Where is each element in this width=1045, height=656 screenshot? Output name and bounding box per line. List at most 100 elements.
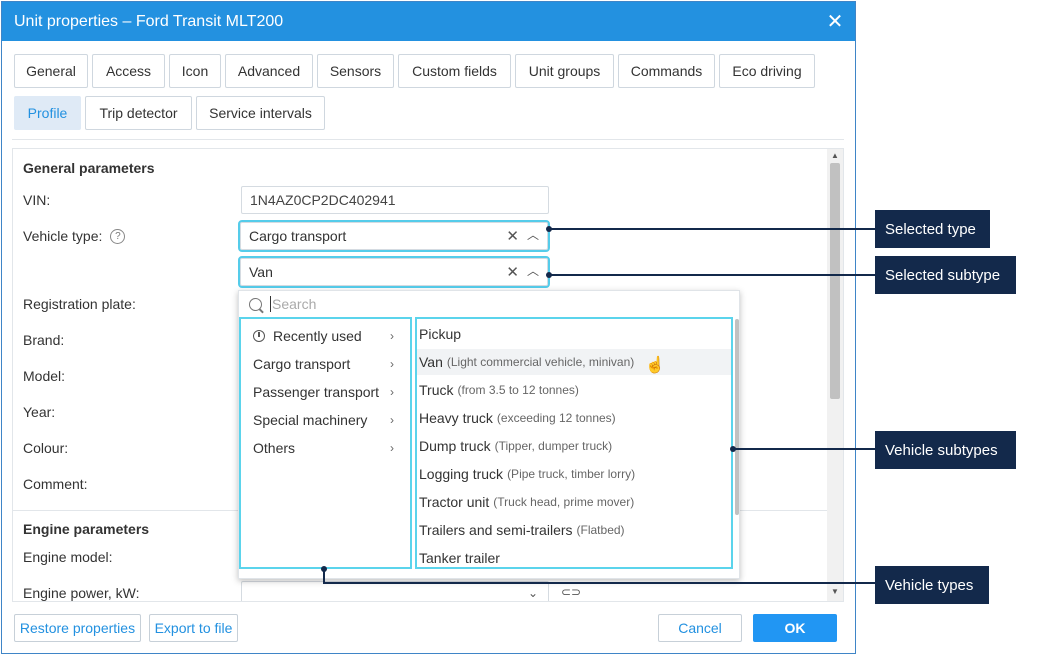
title-bar: Unit properties – Ford Transit MLT200 ✕ xyxy=(2,2,855,41)
subtype-item-trailers[interactable]: Trailers and semi-trailers (Flatbed) xyxy=(417,517,731,543)
tab-profile[interactable]: Profile xyxy=(14,96,81,130)
vin-value: 1N4AZ0CP2DC402941 xyxy=(250,192,396,208)
registration-plate-label: Registration plate: xyxy=(23,296,136,312)
callout-selected-subtype: Selected subtype xyxy=(875,256,1016,294)
search-icon xyxy=(249,297,262,311)
general-parameters-title: General parameters xyxy=(23,160,155,176)
callout-line xyxy=(549,274,875,276)
clear-icon[interactable]: ✕ xyxy=(506,227,519,245)
tab-access[interactable]: Access xyxy=(92,54,165,88)
type-item-others[interactable]: Others › xyxy=(253,438,394,458)
subtype-label: Heavy truck xyxy=(419,410,493,426)
scroll-up-icon[interactable]: ▲ xyxy=(831,151,839,160)
model-label: Model: xyxy=(23,368,66,384)
subtype-item-heavy-truck[interactable]: Heavy truck (exceeding 12 tonnes) xyxy=(417,405,731,431)
callout-line xyxy=(323,569,325,583)
colour-label: Colour: xyxy=(23,440,69,456)
tab-advanced[interactable]: Advanced xyxy=(225,54,313,88)
chevron-up-icon[interactable]: ︿ xyxy=(527,262,539,279)
type-item-label: Others xyxy=(253,440,296,456)
chevron-up-icon[interactable]: ︿ xyxy=(527,226,539,243)
dropdown-search[interactable]: Search xyxy=(249,296,316,312)
type-item-label: Special machinery xyxy=(253,412,368,428)
callout-line xyxy=(549,228,875,230)
subtype-note: (Flatbed) xyxy=(576,523,625,537)
callout-vehicle-subtypes: Vehicle subtypes xyxy=(875,431,1016,469)
year-label: Year: xyxy=(23,404,56,420)
tab-general[interactable]: General xyxy=(14,54,88,88)
tab-icon[interactable]: Icon xyxy=(169,54,221,88)
callout-selected-type: Selected type xyxy=(875,210,990,248)
brand-label: Brand: xyxy=(23,332,65,348)
vehicle-type-select[interactable]: Cargo transport ✕ ︿ xyxy=(238,220,550,252)
subtype-label: Tanker trailer xyxy=(419,550,500,566)
tab-unit-groups[interactable]: Unit groups xyxy=(515,54,614,88)
tab-custom-fields[interactable]: Custom fields xyxy=(398,54,511,88)
scrollbar-thumb[interactable] xyxy=(830,163,840,399)
tab-eco-driving[interactable]: Eco driving xyxy=(719,54,815,88)
tab-commands[interactable]: Commands xyxy=(618,54,715,88)
chevron-right-icon: › xyxy=(390,357,394,371)
tab-sensors[interactable]: Sensors xyxy=(317,54,394,88)
type-item-label: Recently used xyxy=(273,328,362,344)
export-to-file-button[interactable]: Export to file xyxy=(149,614,238,642)
window-title: Unit properties – Ford Transit MLT200 xyxy=(14,12,284,30)
subtype-item-dump-truck[interactable]: Dump truck (Tipper, dumper truck) xyxy=(417,433,731,459)
engine-model-label: Engine model: xyxy=(23,549,113,565)
vin-field[interactable]: 1N4AZ0CP2DC402941 xyxy=(241,186,549,214)
subtype-label: Pickup xyxy=(419,326,462,342)
callout-vehicle-types: Vehicle types xyxy=(875,566,989,604)
help-icon[interactable]: ? xyxy=(110,228,126,244)
scroll-down-icon[interactable]: ▼ xyxy=(831,587,839,596)
type-item-special-machinery[interactable]: Special machinery › xyxy=(253,410,394,430)
vehicle-type-value: Cargo transport xyxy=(249,228,347,244)
restore-properties-button[interactable]: Restore properties xyxy=(14,614,141,642)
type-item-passenger-transport[interactable]: Passenger transport › xyxy=(253,382,394,402)
vehicle-subtype-select[interactable]: Van ✕ ︿ xyxy=(238,256,550,288)
close-icon[interactable]: ✕ xyxy=(825,11,845,33)
subtype-note: (Truck head, prime mover) xyxy=(493,495,635,509)
callout-line xyxy=(733,448,875,450)
vehicle-type-label: Vehicle type: xyxy=(23,228,103,244)
subtype-note: (Tipper, dumper truck) xyxy=(494,439,613,453)
chevron-right-icon: › xyxy=(390,441,394,455)
type-item-cargo-transport[interactable]: Cargo transport › xyxy=(253,354,394,374)
vehicle-type-label-row: Vehicle type: ? xyxy=(23,228,126,244)
subtype-label: Van xyxy=(419,354,443,370)
subtype-note: (exceeding 12 tonnes) xyxy=(496,411,616,425)
clear-icon[interactable]: ✕ xyxy=(506,263,519,281)
type-item-label: Cargo transport xyxy=(253,356,351,372)
engine-power-select[interactable]: ⌄ xyxy=(241,581,549,601)
link-icon[interactable]: ⊂⊃ xyxy=(561,585,581,599)
subtype-note: (Pipe truck, timber lorry) xyxy=(507,467,636,481)
subtype-item-tractor-unit[interactable]: Tractor unit (Truck head, prime mover) xyxy=(417,489,731,515)
dropdown-scrollbar[interactable] xyxy=(735,319,739,515)
subtype-item-tanker-trailer[interactable]: Tanker trailer xyxy=(417,545,731,571)
chevron-right-icon: › xyxy=(390,385,394,399)
vehicle-subtypes-list: Pickup Van (Light commercial vehicle, mi… xyxy=(415,317,733,569)
tab-service-intervals[interactable]: Service intervals xyxy=(196,96,325,130)
content-scrollbar[interactable]: ▲ ▼ xyxy=(827,149,843,601)
engine-parameters-title: Engine parameters xyxy=(23,521,150,537)
cancel-button[interactable]: Cancel xyxy=(658,614,742,642)
tab-trip-detector[interactable]: Trip detector xyxy=(85,96,192,130)
engine-power-label: Engine power, kW: xyxy=(23,585,140,601)
subtype-label: Truck xyxy=(419,382,454,398)
subtype-note: (from 3.5 to 12 tonnes) xyxy=(457,383,579,397)
clock-icon xyxy=(253,330,265,342)
subtype-label: Tractor unit xyxy=(419,494,490,510)
chevron-right-icon: › xyxy=(390,329,394,343)
subtype-item-truck[interactable]: Truck (from 3.5 to 12 tonnes) xyxy=(417,377,731,403)
chevron-right-icon: › xyxy=(390,413,394,427)
subtype-note: (Light commercial vehicle, minivan) xyxy=(446,355,635,369)
hand-cursor-icon: ☝ xyxy=(645,357,665,374)
type-item-recently-used[interactable]: Recently used › xyxy=(253,326,394,346)
subtype-item-logging-truck[interactable]: Logging truck (Pipe truck, timber lorry) xyxy=(417,461,731,487)
ok-button[interactable]: OK xyxy=(753,614,837,642)
chevron-down-icon: ⌄ xyxy=(527,586,538,600)
callout-line xyxy=(323,582,875,584)
search-input[interactable]: Search xyxy=(270,296,316,312)
subtype-label: Dump truck xyxy=(419,438,491,454)
subtype-item-van[interactable]: Van (Light commercial vehicle, minivan) … xyxy=(417,349,731,375)
subtype-item-pickup[interactable]: Pickup xyxy=(417,321,731,347)
